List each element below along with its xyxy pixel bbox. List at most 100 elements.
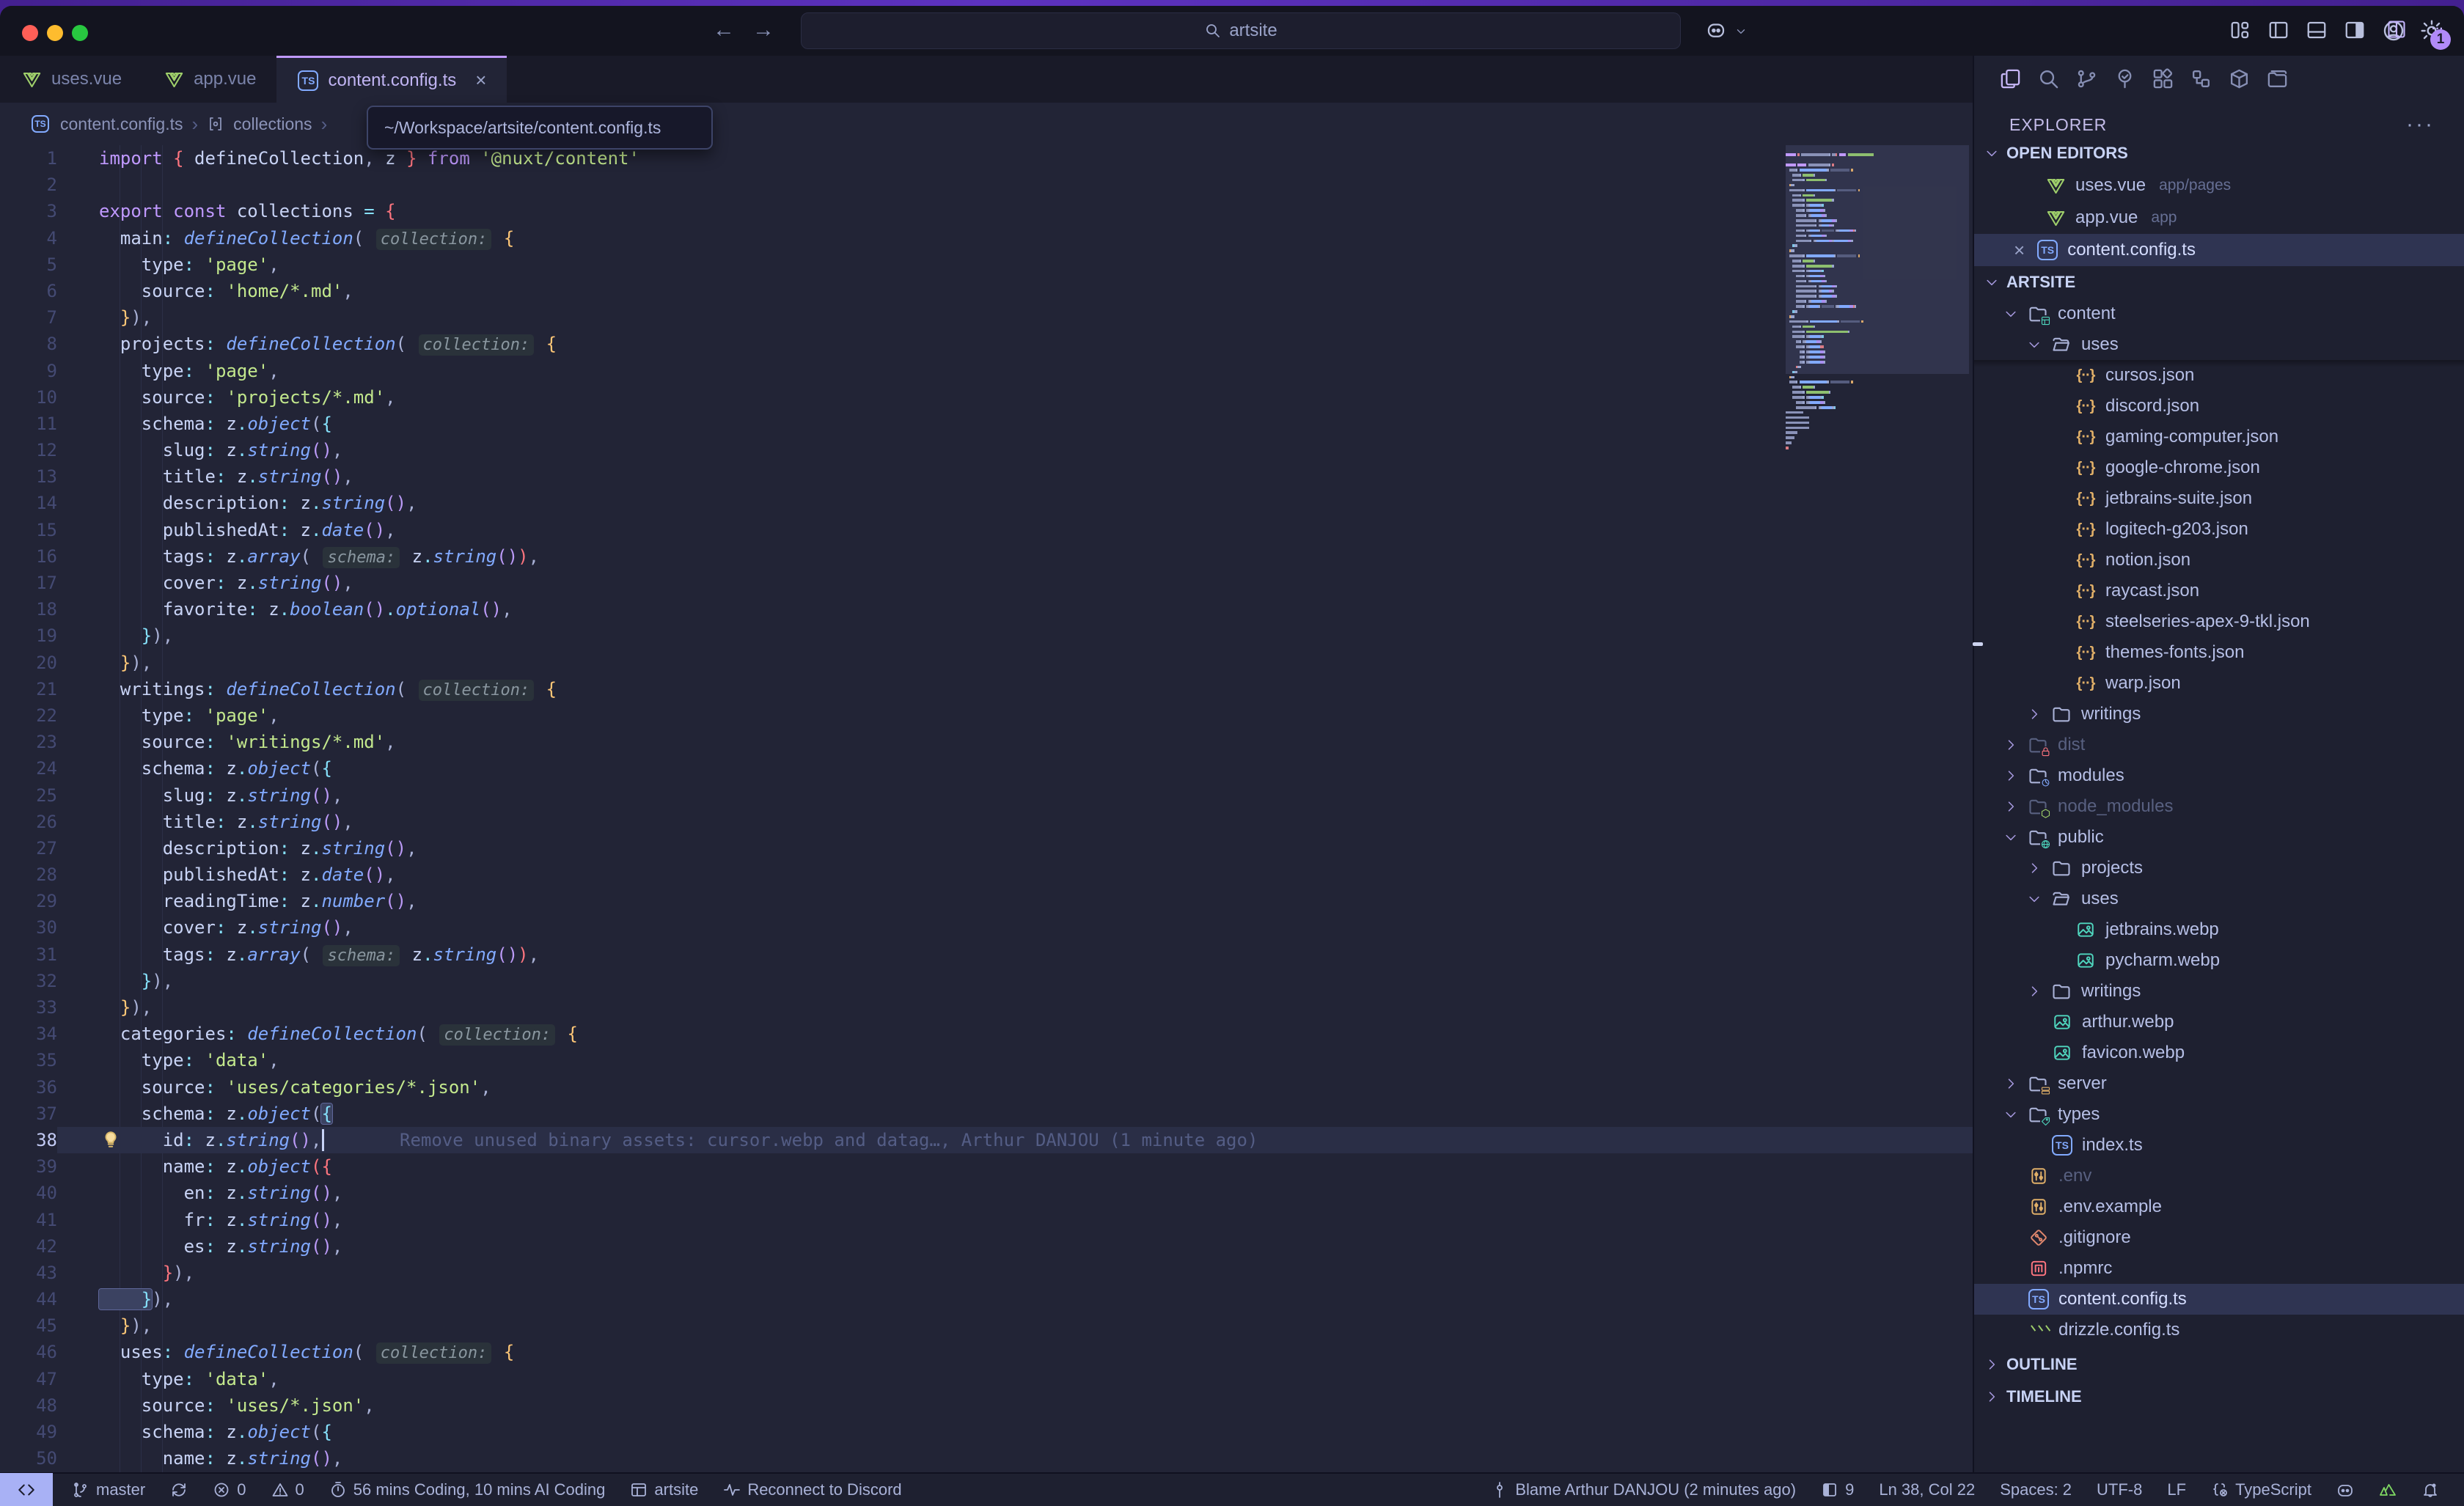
status-item-56-mins-coding-10-mins-ai-codi[interactable]: 56 mins Coding, 10 mins AI Coding — [329, 1480, 606, 1499]
status-item-0[interactable]: 0 — [213, 1480, 246, 1499]
tree-item-pycharm.webp[interactable]: pycharm.webp — [1974, 945, 2464, 976]
code-line-16[interactable]: 16 tags: z.array( schema: z.string()), — [0, 543, 1973, 570]
library-folder-icon[interactable] — [2266, 67, 2289, 90]
references-icon[interactable] — [2190, 67, 2212, 90]
open-editor-app.vue[interactable]: app.vue app — [1974, 202, 2464, 234]
code-line-26[interactable]: 26 title: z.string(), — [0, 809, 1973, 835]
code-line-17[interactable]: 17 cover: z.string(), — [0, 570, 1973, 596]
breadcrumb-file[interactable]: content.config.ts — [60, 114, 183, 134]
tree-item-content[interactable]: content — [1974, 298, 2464, 329]
close-tab-icon[interactable]: × — [475, 69, 486, 92]
minimize-window-button[interactable] — [47, 25, 63, 41]
status-item-bell[interactable] — [2421, 1481, 2439, 1499]
extensions-icon[interactable] — [2152, 67, 2174, 90]
tree-item-discord.json[interactable]: {··} discord.json — [1974, 391, 2464, 422]
code-line-31[interactable]: 31 tags: z.array( schema: z.string()), — [0, 941, 1973, 968]
search-icon[interactable] — [2037, 67, 2060, 90]
code-line-43[interactable]: 43 }), — [0, 1260, 1973, 1286]
code-line-9[interactable]: 9 type: 'page', — [0, 358, 1973, 384]
status-item-typescript[interactable]: TypeScript — [2211, 1480, 2311, 1499]
close-window-button[interactable] — [22, 25, 38, 41]
tree-item-dist[interactable]: dist — [1974, 730, 2464, 760]
testing-icon[interactable] — [2113, 67, 2136, 90]
code-line-10[interactable]: 10 source: 'projects/*.md', — [0, 384, 1973, 411]
tree-item-google-chrome.json[interactable]: {··} google-chrome.json — [1974, 452, 2464, 483]
tree-item-types[interactable]: types — [1974, 1099, 2464, 1130]
files-icon[interactable] — [1999, 67, 2022, 90]
code-line-35[interactable]: 35 type: 'data', — [0, 1047, 1973, 1073]
tree-item-jetbrains.webp[interactable]: jetbrains.webp — [1974, 914, 2464, 945]
tree-item-.gitignore[interactable]: .gitignore — [1974, 1222, 2464, 1253]
status-item-sync[interactable] — [170, 1481, 188, 1499]
code-line-4[interactable]: 4 main: defineCollection( collection: { — [0, 225, 1973, 251]
status-item-0[interactable]: 0 — [271, 1480, 304, 1499]
status-item-nuxt[interactable] — [2379, 1481, 2397, 1499]
remote-indicator[interactable] — [0, 1473, 53, 1506]
tree-item-notion.json[interactable]: {··} notion.json — [1974, 545, 2464, 576]
tree-item-steelseries-apex-9-tkl.json[interactable]: {··} steelseries-apex-9-tkl.json — [1974, 606, 2464, 637]
code-line-34[interactable]: 34 categories: defineCollection( collect… — [0, 1021, 1973, 1047]
tree-item-.npmrc[interactable]: .npmrc — [1974, 1253, 2464, 1284]
tree-item-drizzle.config.ts[interactable]: ⸌⸌⸌ drizzle.config.ts — [1974, 1315, 2464, 1345]
outline-header[interactable]: OUTLINE — [1974, 1348, 2464, 1381]
tree-item-public[interactable]: public — [1974, 822, 2464, 853]
code-line-29[interactable]: 29 readingTime: z.number(), — [0, 888, 1973, 914]
code-line-49[interactable]: 49 schema: z.object({ — [0, 1419, 1973, 1445]
copilot-icon[interactable] — [1705, 19, 1727, 41]
code-line-18[interactable]: 18 favorite: z.boolean().optional(), — [0, 596, 1973, 622]
code-line-15[interactable]: 15 publishedAt: z.date(), — [0, 517, 1973, 543]
tree-item-jetbrains-suite.json[interactable]: {··} jetbrains-suite.json — [1974, 483, 2464, 514]
chevron-down-icon[interactable] — [1734, 25, 1748, 38]
code-line-39[interactable]: 39 name: z.object({ — [0, 1153, 1973, 1180]
tree-item-.env.example[interactable]: .env.example — [1974, 1191, 2464, 1222]
code-line-1[interactable]: 1import { defineCollection, z } from '@n… — [0, 145, 1973, 172]
toggle-panel-icon[interactable] — [2306, 19, 2328, 41]
timeline-header[interactable]: TIMELINE — [1974, 1381, 2464, 1413]
source-control-icon[interactable] — [2075, 67, 2098, 90]
code-line-30[interactable]: 30 cover: z.string(), — [0, 914, 1973, 941]
code-line-5[interactable]: 5 type: 'page', — [0, 251, 1973, 278]
code-line-23[interactable]: 23 source: 'writings/*.md', — [0, 729, 1973, 755]
status-item-reconnect-to-discord[interactable]: Reconnect to Discord — [723, 1480, 901, 1499]
tree-item-writings[interactable]: writings — [1974, 699, 2464, 730]
layout-customize-icon[interactable] — [2229, 19, 2251, 41]
tree-item-uses[interactable]: uses — [1974, 329, 2464, 360]
code-line-38[interactable]: 38 id: z.string(),Remove unused binary a… — [0, 1127, 1973, 1153]
tree-item-raycast.json[interactable]: {··} raycast.json — [1974, 576, 2464, 606]
tree-item-themes-fonts.json[interactable]: {··} themes-fonts.json — [1974, 637, 2464, 668]
code-line-11[interactable]: 11 schema: z.object({ — [0, 411, 1973, 437]
close-editor-icon[interactable]: × — [2014, 239, 2025, 262]
code-line-13[interactable]: 13 title: z.string(), — [0, 463, 1973, 490]
tab-app.vue[interactable]: app.vue — [142, 56, 276, 103]
open-editor-content.config.ts[interactable]: × TScontent.config.ts — [1974, 234, 2464, 266]
command-center-search[interactable]: artsite — [801, 12, 1681, 49]
status-item-utf-8[interactable]: UTF-8 — [2097, 1480, 2142, 1499]
code-line-7[interactable]: 7 }), — [0, 304, 1973, 331]
breadcrumb-symbol[interactable]: collections — [233, 114, 312, 134]
code-line-20[interactable]: 20 }), — [0, 650, 1973, 676]
tab-content.config.ts[interactable]: TScontent.config.ts × — [276, 56, 507, 103]
project-root-header[interactable]: ARTSITE — [1974, 266, 2464, 298]
tree-item-content.config.ts[interactable]: TS content.config.ts — [1974, 1284, 2464, 1315]
code-line-3[interactable]: 3export const collections = { — [0, 198, 1973, 224]
tree-item-node_modules[interactable]: node_modules — [1974, 791, 2464, 822]
split-editor-icon[interactable] — [2386, 19, 2407, 40]
code-line-28[interactable]: 28 publishedAt: z.date(), — [0, 862, 1973, 888]
code-line-40[interactable]: 40 en: z.string(), — [0, 1180, 1973, 1206]
code-line-32[interactable]: 32 }), — [0, 968, 1973, 994]
code-line-19[interactable]: 19 }), — [0, 622, 1973, 649]
tree-item-writings[interactable]: writings — [1974, 976, 2464, 1007]
tree-item-server[interactable]: server — [1974, 1068, 2464, 1099]
status-item-artsite[interactable]: artsite — [630, 1480, 698, 1499]
toggle-primary-sidebar-icon[interactable] — [2267, 19, 2289, 41]
code-line-33[interactable]: 33 }), — [0, 994, 1973, 1021]
open-editors-header[interactable]: OPEN EDITORS — [1974, 137, 2464, 169]
open-editor-uses.vue[interactable]: uses.vue app/pages — [1974, 169, 2464, 202]
status-item-master[interactable]: master — [72, 1480, 145, 1499]
status-item-lf[interactable]: LF — [2167, 1480, 2186, 1499]
code-line-21[interactable]: 21 writings: defineCollection( collectio… — [0, 676, 1973, 702]
status-item-ln-38-col-22[interactable]: Ln 38, Col 22 — [1879, 1480, 1975, 1499]
code-line-27[interactable]: 27 description: z.string(), — [0, 835, 1973, 862]
code-line-22[interactable]: 22 type: 'page', — [0, 702, 1973, 729]
tree-item-projects[interactable]: projects — [1974, 853, 2464, 884]
